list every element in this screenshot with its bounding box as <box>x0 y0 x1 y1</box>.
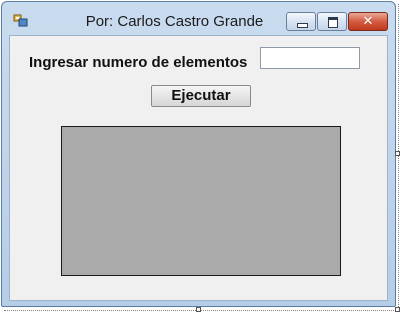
close-button[interactable]: ✕ <box>348 12 388 31</box>
minimize-icon <box>297 23 308 28</box>
output-panel <box>61 126 341 276</box>
title-bar[interactable]: Por: Carlos Castro Grande ✕ <box>2 2 395 36</box>
execute-button[interactable]: Ejecutar <box>151 85 251 107</box>
minimize-button[interactable] <box>286 12 316 31</box>
resize-handle-corner[interactable] <box>395 307 400 312</box>
maximize-button[interactable] <box>317 12 347 31</box>
resize-handle-right[interactable] <box>395 151 400 156</box>
form-client-area: Ingresar numero de elementos Ejecutar <box>9 35 388 301</box>
close-icon: ✕ <box>362 14 374 29</box>
maximize-icon <box>328 17 338 28</box>
resize-handle-bottom[interactable] <box>196 307 201 312</box>
elements-count-label: Ingresar numero de elementos <box>29 54 248 71</box>
elements-count-input[interactable] <box>260 47 360 69</box>
form-window: Por: Carlos Castro Grande ✕ Ingresar num… <box>1 1 396 307</box>
